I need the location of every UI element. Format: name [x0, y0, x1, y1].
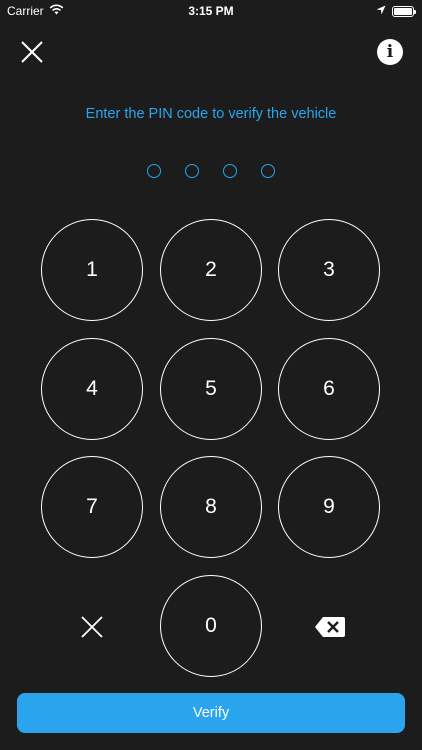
key-7[interactable]: 7	[41, 456, 143, 558]
key-9[interactable]: 9	[278, 456, 380, 558]
backspace-button[interactable]	[308, 605, 352, 649]
key-8[interactable]: 8	[160, 456, 262, 558]
key-5[interactable]: 5	[160, 338, 262, 440]
key-2[interactable]: 2	[160, 219, 262, 321]
close-button[interactable]	[18, 38, 46, 66]
battery-icon	[392, 5, 416, 17]
status-right	[376, 4, 416, 18]
battery-fill	[394, 7, 412, 15]
info-button[interactable]: i	[377, 39, 403, 65]
status-time: 3:15 PM	[188, 4, 234, 18]
key-1[interactable]: 1	[41, 219, 143, 321]
status-bar: Carrier 3:15 PM	[0, 0, 422, 22]
key-3[interactable]: 3	[278, 219, 380, 321]
key-0[interactable]: 0	[160, 575, 262, 677]
verify-button[interactable]: Verify	[17, 693, 405, 733]
key-6[interactable]: 6	[278, 338, 380, 440]
backspace-icon	[315, 617, 345, 637]
pin-dot	[261, 164, 275, 178]
clear-icon	[81, 616, 103, 638]
pin-dot	[147, 164, 161, 178]
location-arrow-icon	[376, 4, 386, 18]
clear-button[interactable]	[70, 605, 114, 649]
key-4[interactable]: 4	[41, 338, 143, 440]
pin-prompt: Enter the PIN code to verify the vehicle	[85, 106, 337, 122]
pin-dot	[223, 164, 237, 178]
pin-dot	[185, 164, 199, 178]
verify-label: Verify	[192, 705, 230, 721]
info-icon: i	[386, 42, 394, 62]
pin-indicator	[147, 164, 275, 178]
close-icon	[21, 41, 43, 63]
